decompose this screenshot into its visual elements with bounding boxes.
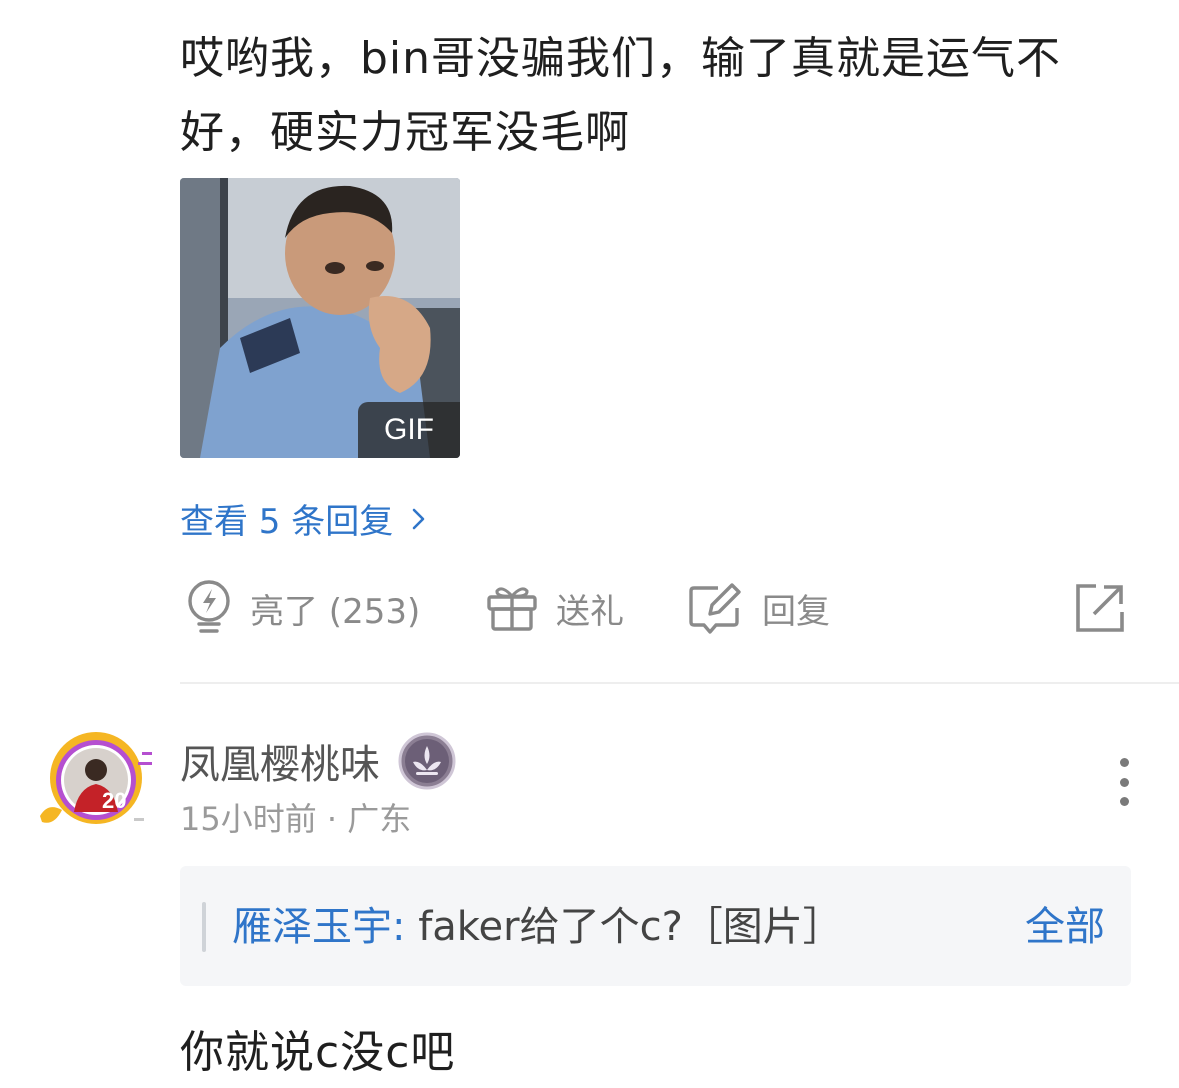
comment-meta: 15小时前 · 广东 [180, 794, 411, 840]
chevron-right-icon [412, 508, 425, 529]
view-replies-link[interactable]: 查看 5 条回复 [180, 494, 429, 543]
quote-text: 雁泽玉宇: faker给了个c?［图片］ [232, 902, 843, 952]
username-label: 凤凰樱桃味 [180, 742, 380, 788]
view-replies-label: 查看 5 条回复 [180, 502, 394, 542]
lightbulb-icon [188, 580, 230, 633]
share-icon [1076, 584, 1124, 632]
more-options-button[interactable] [1104, 752, 1144, 812]
avatar-image: 20 [40, 732, 152, 824]
gif-badge: GIF [358, 402, 460, 458]
quoted-reply[interactable]: 雁泽玉宇: faker给了个c?［图片］ 全部 [180, 866, 1131, 986]
action-bar: 亮了 (253) 送礼 回复 [180, 576, 1130, 640]
comment-text: 哎哟我，bin哥没骗我们，输了真就是运气不好，硬实力冠军没毛啊 [180, 33, 1062, 158]
gif-image[interactable]: GIF [180, 178, 460, 458]
more-vertical-icon [1119, 758, 1129, 767]
edit-reply-icon [689, 583, 741, 634]
meta-separator: · [316, 800, 348, 838]
like-button[interactable]: 亮了 (253) [186, 576, 420, 640]
gift-button[interactable]: 送礼 [486, 576, 624, 640]
avatar[interactable]: 20 [38, 722, 154, 838]
share-button[interactable] [1074, 576, 1126, 640]
comment-thread: 哎哟我，bin哥没骗我们，输了真就是运气不好，硬实力冠军没毛啊 GIF 查看 5… [0, 0, 1179, 1088]
comment-text: 你就说c没c吧 [180, 1027, 456, 1078]
lotus-badge-icon [398, 732, 456, 790]
comment-author[interactable]: 凤凰樱桃味 [180, 732, 456, 790]
quote-content: faker给了个c?［图片］ [405, 904, 843, 950]
comment-divider [180, 682, 1179, 684]
gift-icon [487, 587, 537, 631]
like-count-label: 亮了 (253) [250, 591, 421, 632]
quote-author[interactable]: 雁泽玉宇: [232, 904, 405, 950]
gift-label: 送礼 [556, 591, 624, 632]
more-vertical-icon-dot [1119, 797, 1129, 806]
comment-time: 15小时前 [180, 800, 317, 838]
comment-location: 广东 [347, 800, 412, 838]
quote-expand-link[interactable]: 全部 [1025, 902, 1105, 952]
reply-button[interactable]: 回复 [688, 576, 830, 640]
more-vertical-icon-dot [1119, 777, 1129, 787]
reply-label: 回复 [762, 591, 830, 632]
svg-text:20: 20 [102, 788, 126, 813]
quote-bar [202, 902, 206, 952]
